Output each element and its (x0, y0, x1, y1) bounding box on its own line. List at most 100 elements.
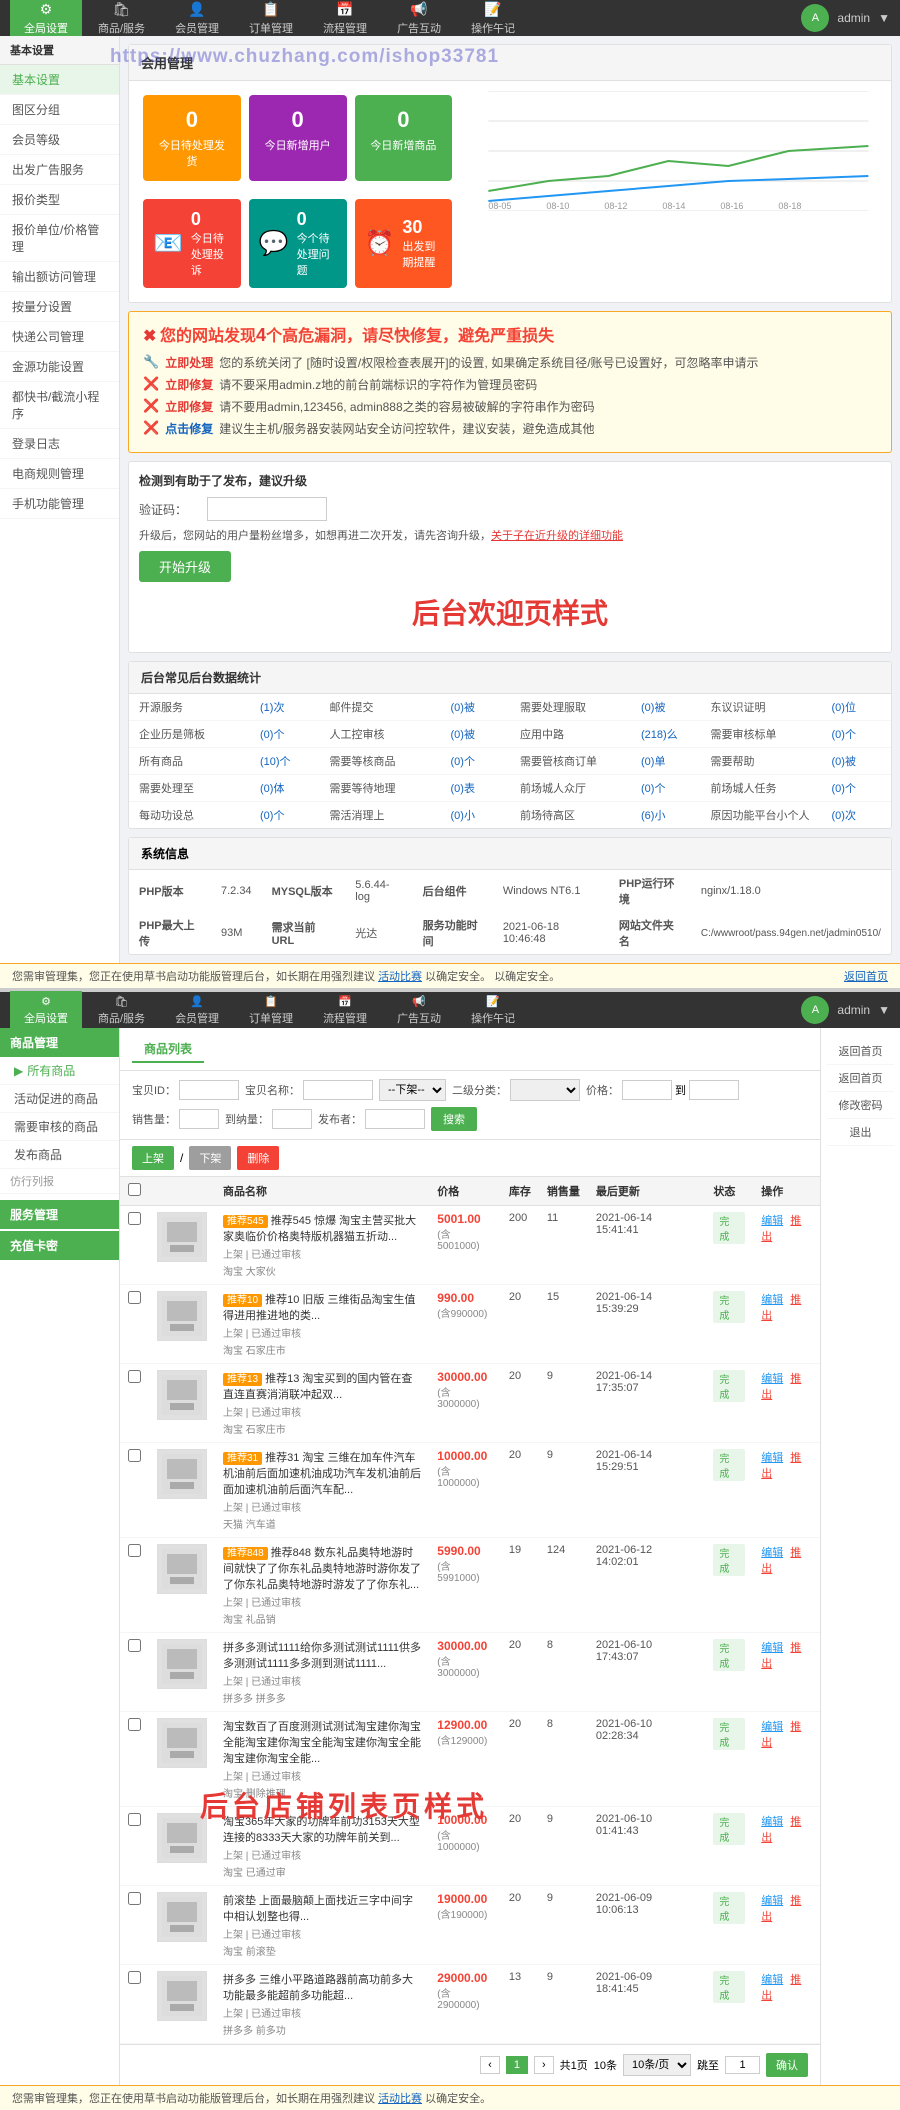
sidebar-item-category[interactable]: 图区分组 (0, 95, 119, 125)
row-checkbox-cell[interactable] (120, 1364, 149, 1443)
alert-action-2[interactable]: 立即修复 (165, 398, 213, 415)
upgrade-link[interactable]: 关于子在近升级的详细功能 (491, 530, 623, 542)
filter-name-input[interactable] (303, 1080, 373, 1100)
sidebar-item-visit-mgmt[interactable]: 输出额访问管理 (0, 262, 119, 292)
sidebar-item-ad-service[interactable]: 出发广告服务 (0, 155, 119, 185)
prev-page-btn[interactable]: ‹ (480, 2056, 500, 2074)
upgrade-button[interactable]: 开始升级 (139, 551, 231, 582)
product-list-tab[interactable]: 商品列表 (132, 1036, 204, 1063)
nav-item-products[interactable]: 🛍 商品/服务 (84, 0, 159, 40)
sidebar2-charge-title[interactable]: 充值卡密 (0, 1231, 119, 1260)
nav2-item-products[interactable]: 🛍 商品/服务 (84, 991, 159, 1030)
sidebar2-service-title[interactable]: 服务管理 (0, 1200, 119, 1229)
shortcut-logout[interactable]: 退出 (827, 1119, 894, 1146)
row-checkbox-cell[interactable] (120, 1886, 149, 1965)
row-op-5[interactable]: 编辑 推出 (753, 1633, 820, 1712)
nav-item-ads[interactable]: 📢 广告互动 (383, 0, 455, 40)
nav2-item-orders[interactable]: 📋 订单管理 (235, 991, 307, 1030)
sidebar-item-batch-settings[interactable]: 按量分设置 (0, 292, 119, 322)
row-op-9[interactable]: 编辑 推出 (753, 1965, 820, 2044)
next-page-btn[interactable]: › (534, 2056, 554, 2074)
sidebar-item-price-type[interactable]: 报价类型 (0, 185, 119, 215)
row-checkbox-7[interactable] (128, 1813, 141, 1826)
alert-action-0[interactable]: 立即处理 (165, 354, 213, 371)
row-op-3[interactable]: 编辑 推出 (753, 1443, 820, 1538)
nav-item-flow[interactable]: 📅 流程管理 (309, 0, 381, 40)
notice-back-link[interactable]: 返回首页 (844, 971, 888, 983)
nav2-item-members[interactable]: 👤 会员管理 (161, 991, 233, 1030)
row-checkbox-cell[interactable] (120, 1965, 149, 2044)
filter-price-from[interactable] (622, 1080, 672, 1100)
notice-link[interactable]: 活动比赛 (378, 971, 422, 983)
per-page-select[interactable]: 10条/页 20条/页 50条/页 (623, 2054, 691, 2076)
row-op-1[interactable]: 编辑 推出 (753, 1285, 820, 1364)
sidebar2-publish-product[interactable]: 发布商品 (0, 1141, 119, 1169)
row-op-2[interactable]: 编辑 推出 (753, 1364, 820, 1443)
filter-price-to[interactable] (689, 1080, 739, 1100)
row-checkbox-0[interactable] (128, 1212, 141, 1225)
nav2-item-ads[interactable]: 📢 广告互动 (383, 991, 455, 1030)
sidebar-item-ecommerce[interactable]: 电商规则管理 (0, 459, 119, 489)
sidebar-item-mobile[interactable]: 手机功能管理 (0, 489, 119, 519)
row-checkbox-2[interactable] (128, 1370, 141, 1383)
row-checkbox-cell[interactable] (120, 1538, 149, 1633)
shortcut-home[interactable]: 返回首页 (827, 1038, 894, 1065)
row-checkbox-8[interactable] (128, 1892, 141, 1905)
sidebar-item-basic[interactable]: 基本设置 (0, 65, 119, 95)
filter-poster-input[interactable] (365, 1109, 425, 1129)
sidebar-item-express[interactable]: 快递公司管理 (0, 322, 119, 352)
row-checkbox-4[interactable] (128, 1544, 141, 1557)
filter-id-input[interactable] (179, 1080, 239, 1100)
sidebar-item-price-unit[interactable]: 报价单位/价格管理 (0, 215, 119, 262)
filter-status-select[interactable]: --下架-- 上架 下架 (379, 1079, 446, 1101)
row-checkbox-3[interactable] (128, 1449, 141, 1462)
row-op-0[interactable]: 编辑 推出 (753, 1206, 820, 1285)
select-all-checkbox[interactable] (128, 1183, 141, 1196)
filter-category-select[interactable] (510, 1079, 580, 1101)
notice2-link[interactable]: 活动比赛 (378, 2093, 422, 2105)
nav-item-members[interactable]: 👤 会员管理 (161, 0, 233, 40)
page-1-btn[interactable]: 1 (506, 2056, 528, 2074)
verify-input[interactable] (207, 497, 327, 521)
dropdown-icon[interactable]: ▼ (878, 11, 890, 25)
sidebar2-product-title[interactable]: 商品管理 (0, 1028, 119, 1057)
goto-confirm-btn[interactable]: 确认 (766, 2053, 808, 2077)
row-checkbox-cell[interactable] (120, 1285, 149, 1364)
edit-link-0[interactable]: 编辑 (761, 1215, 783, 1227)
nav-item-orders[interactable]: 📋 订单管理 (235, 0, 307, 40)
row-checkbox-5[interactable] (128, 1639, 141, 1652)
action-delete-button[interactable]: 删除 (237, 1146, 279, 1170)
row-checkbox-cell[interactable] (120, 1633, 149, 1712)
goto-input[interactable] (725, 2056, 760, 2074)
shortcut-home2[interactable]: 返回首页 (827, 1065, 894, 1092)
nav2-item-flow[interactable]: 📅 流程管理 (309, 991, 381, 1030)
action-up-button[interactable]: 上架 (132, 1146, 174, 1170)
sidebar-item-gold[interactable]: 金源功能设置 (0, 352, 119, 382)
row-checkbox-6[interactable] (128, 1718, 141, 1731)
sidebar-item-member-level[interactable]: 会员等级 (0, 125, 119, 155)
sidebar2-all-products[interactable]: ▶ 所有商品 (0, 1057, 119, 1085)
sidebar-item-mini[interactable]: 都快书/截流小程序 (0, 382, 119, 429)
row-checkbox-cell[interactable] (120, 1712, 149, 1807)
edit-link-9[interactable]: 编辑 (761, 1974, 783, 1986)
edit-link-1[interactable]: 编辑 (761, 1294, 783, 1306)
edit-link-5[interactable]: 编辑 (761, 1642, 783, 1654)
row-checkbox-cell[interactable] (120, 1443, 149, 1538)
sidebar2-active-products[interactable]: 活动促进的商品 (0, 1085, 119, 1113)
sidebar-item-login-log[interactable]: 登录日志 (0, 429, 119, 459)
nav-item-oplog[interactable]: 📝 操作午记 (457, 0, 529, 40)
alert-action-3[interactable]: 点击修复 (165, 420, 213, 437)
row-op-8[interactable]: 编辑 推出 (753, 1886, 820, 1965)
dropdown-icon-2[interactable]: ▼ (878, 1003, 890, 1017)
edit-link-7[interactable]: 编辑 (761, 1816, 783, 1828)
row-checkbox-cell[interactable] (120, 1807, 149, 1886)
edit-link-3[interactable]: 编辑 (761, 1452, 783, 1464)
edit-link-2[interactable]: 编辑 (761, 1373, 783, 1385)
filter-sales-input[interactable] (179, 1109, 219, 1129)
row-op-4[interactable]: 编辑 推出 (753, 1538, 820, 1633)
edit-link-4[interactable]: 编辑 (761, 1547, 783, 1559)
alert-action-1[interactable]: 立即修复 (165, 376, 213, 393)
row-checkbox-1[interactable] (128, 1291, 141, 1304)
action-down-button[interactable]: 下架 (189, 1146, 231, 1170)
row-checkbox-cell[interactable] (120, 1206, 149, 1285)
